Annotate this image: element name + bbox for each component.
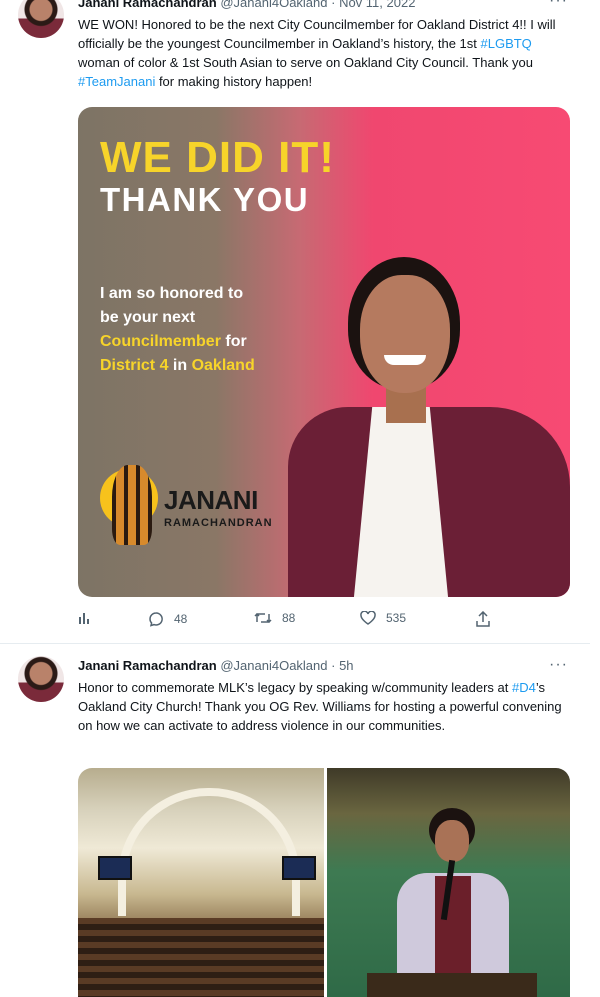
image-headline: WE DID IT! — [100, 133, 335, 182]
tweet-text: WE WON! Honored to be the next City Coun… — [78, 15, 576, 91]
image-body-line: I am so honored to — [100, 285, 244, 302]
share-button[interactable] — [476, 611, 490, 627]
tweet-text-segment: Honor to commemorate MLK’s legacy by spe… — [78, 680, 513, 695]
tweet-header: Janani Ramachandran @Janani4Oakland · 5h — [78, 658, 354, 673]
views-button[interactable] — [78, 611, 92, 625]
logo-subname: RAMACHANDRAN — [164, 517, 273, 529]
tweet-action-bar: 48 88 535 — [78, 611, 498, 631]
tiger-logo-icon — [112, 465, 152, 545]
image-body-line: in — [168, 357, 192, 374]
author-handle[interactable]: @Janani4Oakland — [220, 0, 327, 10]
more-options-icon[interactable]: ··· — [549, 656, 568, 674]
tweet-header: Janani Ramachandran @Janani4Oakland · No… — [78, 0, 415, 10]
hashtag-teamjanani[interactable]: #TeamJanani — [78, 74, 155, 89]
image-body-line: for — [220, 333, 247, 350]
image-body-highlight: Oakland — [191, 357, 255, 374]
like-button[interactable]: 535 — [360, 611, 406, 625]
reply-button[interactable]: 48 — [148, 611, 187, 627]
portrait-smile — [384, 355, 426, 365]
more-options-icon[interactable]: ··· — [549, 0, 568, 10]
tweet-timestamp[interactable]: · 5h — [331, 658, 353, 673]
image-body-text: I am so honored to be your next Councilm… — [100, 282, 360, 378]
tweet-timestamp[interactable]: · Nov 11, 2022 — [331, 0, 415, 10]
analytics-icon — [79, 613, 89, 624]
author-avatar[interactable] — [18, 656, 64, 702]
share-icon — [476, 611, 490, 627]
church-pews — [78, 918, 324, 997]
hashtag-lgbtq[interactable]: #LGBTQ — [481, 36, 532, 51]
author-avatar[interactable] — [18, 0, 64, 38]
church-arch — [118, 788, 300, 916]
podium — [367, 973, 537, 997]
church-screen-right — [282, 856, 316, 880]
image-subheadline: THANK YOU — [100, 181, 310, 218]
author-name[interactable]: Janani Ramachandran — [78, 658, 217, 673]
retweet-button[interactable]: 88 — [254, 611, 295, 625]
retweet-icon — [254, 612, 272, 624]
image-body-highlight: District 4 — [100, 357, 169, 374]
tweet-text-segment: for making history happen! — [155, 74, 313, 89]
image-body-highlight: Councilmember — [100, 333, 221, 350]
author-handle[interactable]: @Janani4Oakland — [220, 658, 327, 673]
church-screen-left — [98, 856, 132, 880]
retweet-count: 88 — [282, 611, 296, 625]
like-count: 535 — [386, 611, 407, 625]
tweet-media-church-photo[interactable] — [78, 768, 324, 997]
reply-icon — [149, 612, 163, 627]
tweet-text-segment: woman of color & 1st South Asian to serv… — [78, 55, 533, 70]
tweet-1[interactable]: Janani Ramachandran @Janani4Oakland · No… — [0, 0, 590, 640]
reply-count: 48 — [174, 612, 188, 626]
tweet-media-speaker-photo[interactable] — [327, 768, 570, 997]
logo-name: JANANI — [164, 485, 258, 515]
heart-icon — [360, 611, 376, 625]
image-body-line: be your next — [100, 309, 196, 326]
hashtag-d4[interactable]: #D4 — [512, 680, 536, 695]
author-name[interactable]: Janani Ramachandran — [78, 0, 217, 10]
speaker-face — [435, 820, 469, 862]
tweet-text: Honor to commemorate MLK’s legacy by spe… — [78, 678, 576, 735]
portrait-face — [360, 275, 450, 393]
tweet-media-image[interactable]: WE DID IT! THANK YOU I am so honored to … — [78, 107, 570, 597]
